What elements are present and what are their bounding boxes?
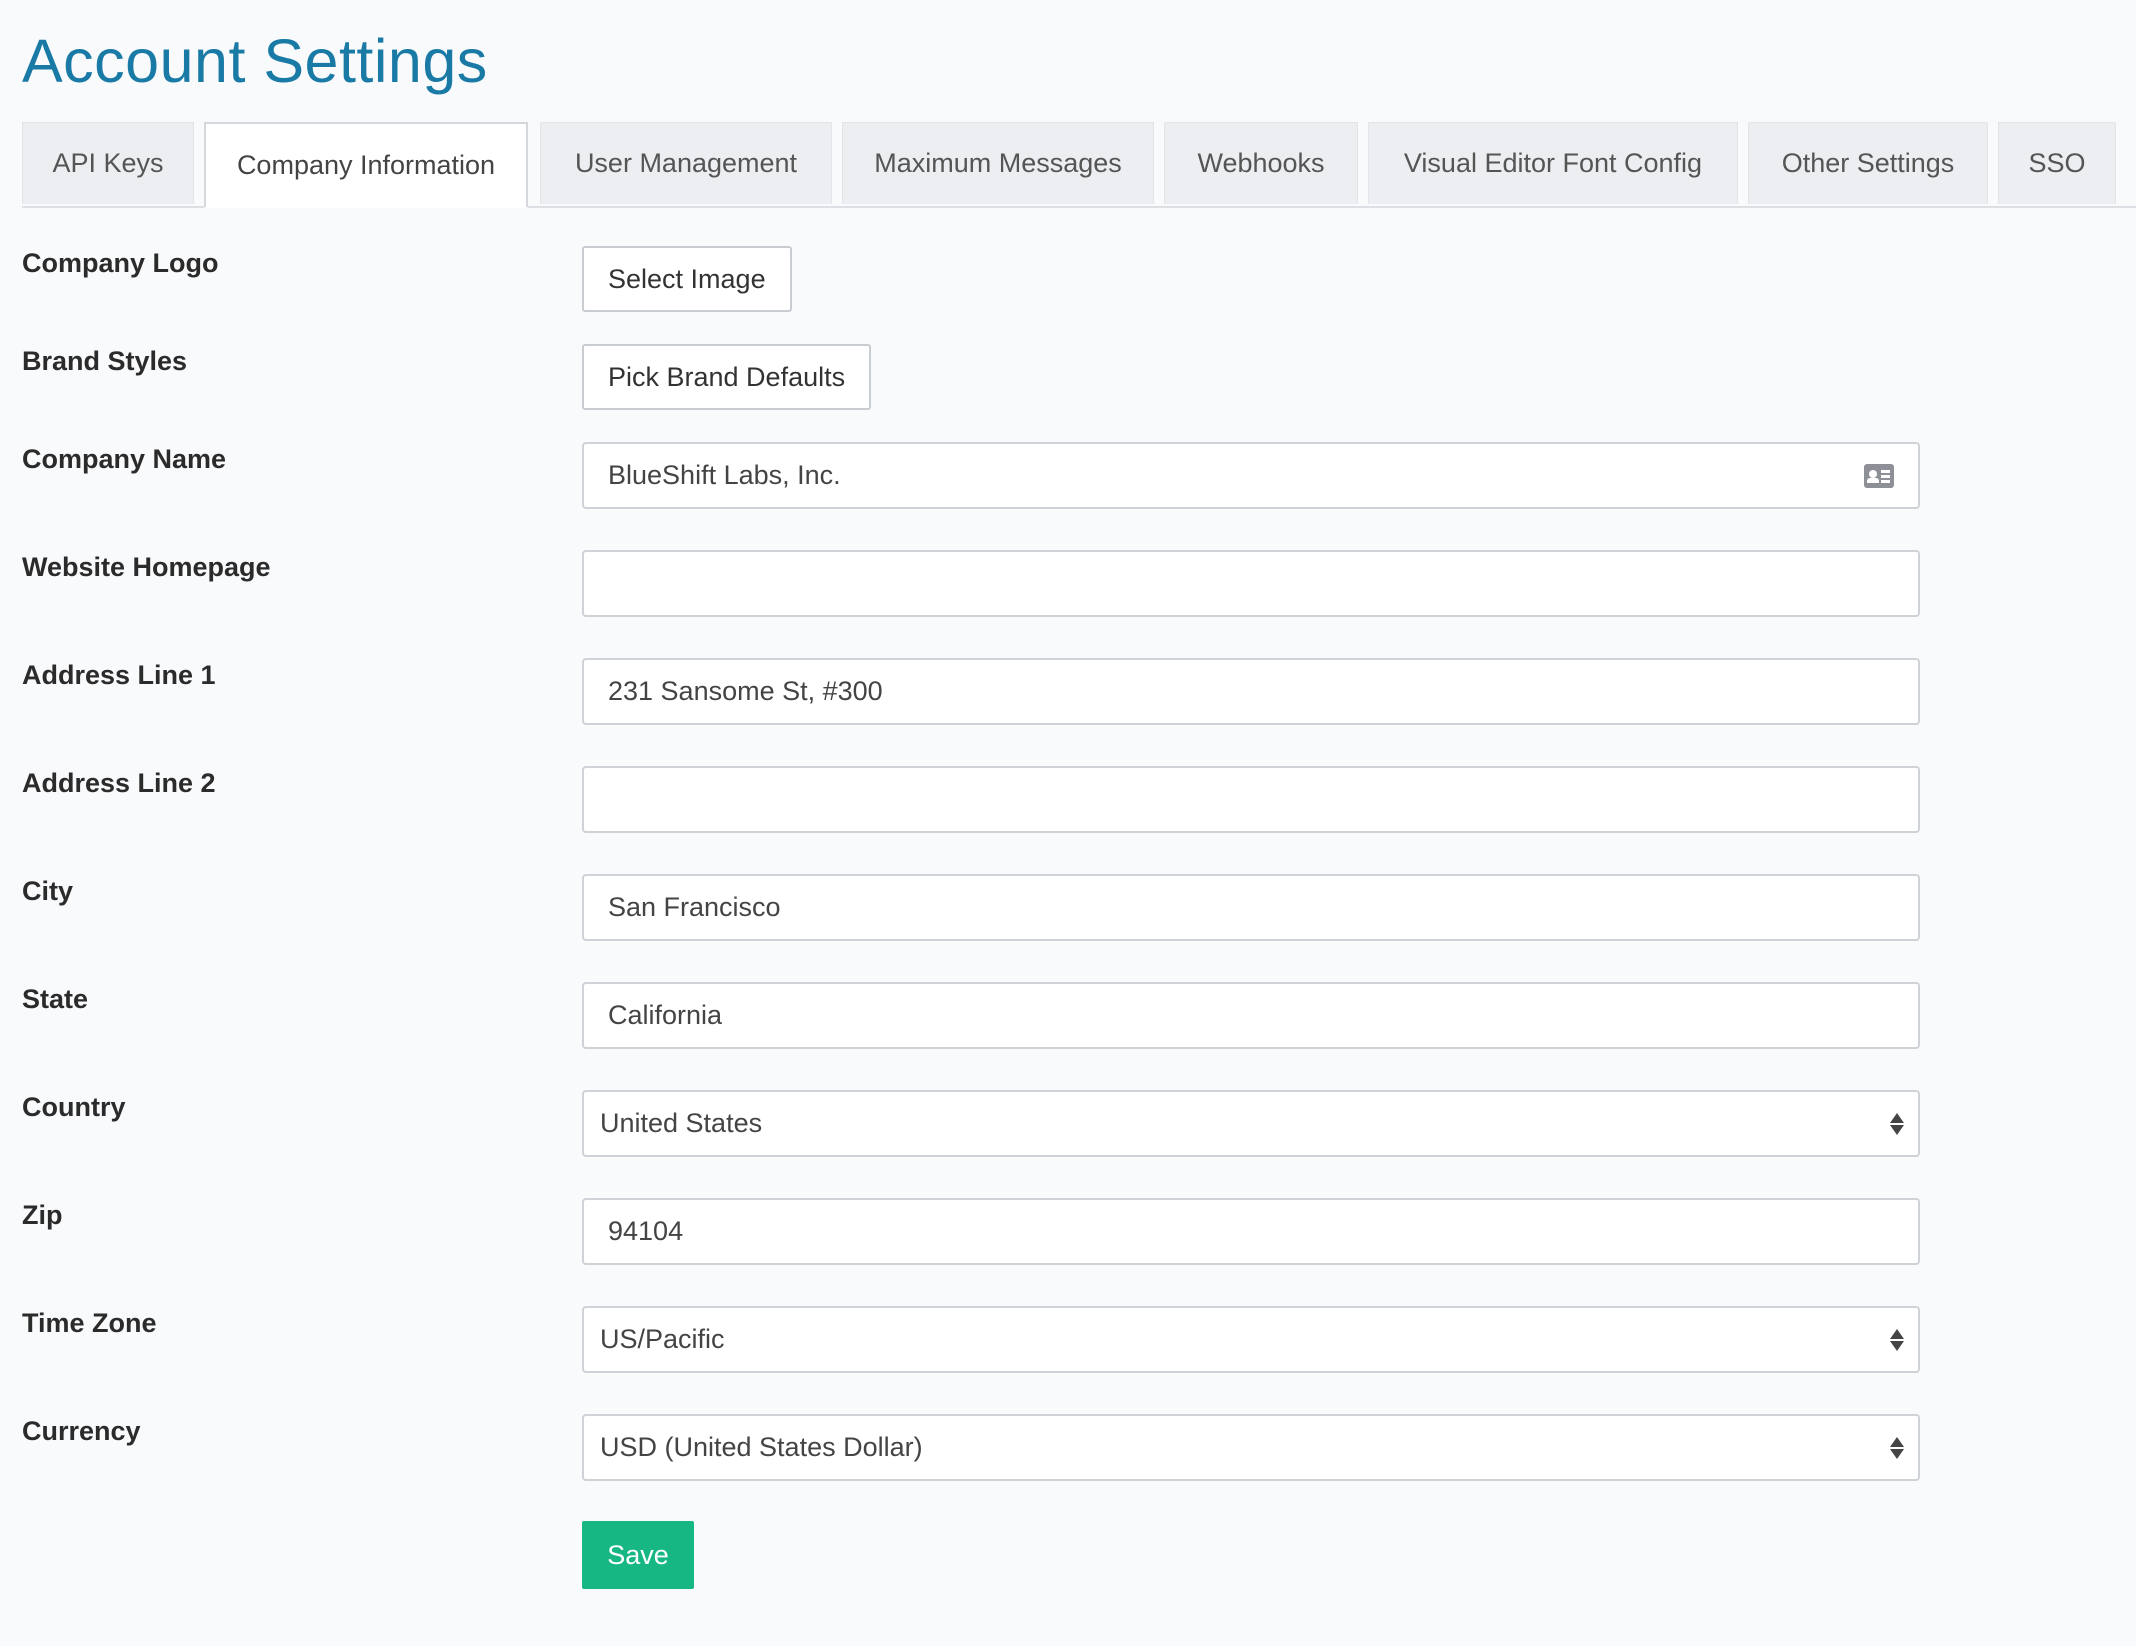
website-homepage-input[interactable] — [608, 552, 1918, 615]
tab-label: Visual Editor Font Config — [1403, 148, 1703, 178]
city-input[interactable] — [608, 876, 1918, 939]
time-zone-select[interactable]: US/Pacific — [582, 1306, 1920, 1373]
page-title: Account Settings — [22, 27, 488, 95]
select-image-button[interactable]: Select Image — [582, 246, 792, 312]
tab-api-keys[interactable]: API Keys — [22, 122, 194, 204]
city-label: City — [22, 876, 74, 906]
state-label: State — [22, 984, 89, 1014]
tab-label: User Management — [574, 148, 798, 178]
city-field[interactable] — [582, 874, 1920, 941]
company-name-input[interactable] — [608, 444, 1918, 507]
currency-selected-value: USD (United States Dollar) — [600, 1432, 923, 1462]
website-homepage-label: Website Homepage — [22, 552, 271, 582]
country-select[interactable]: United States — [582, 1090, 1920, 1157]
address-line-2-input[interactable] — [608, 768, 1918, 831]
zip-field[interactable] — [582, 1198, 1920, 1265]
address-line-1-field[interactable] — [582, 658, 1920, 725]
address-line-2-label: Address Line 2 — [22, 768, 216, 798]
state-field[interactable] — [582, 982, 1920, 1049]
state-input[interactable] — [608, 984, 1918, 1047]
company-name-label: Company Name — [22, 444, 227, 474]
contact-card-icon[interactable] — [1864, 463, 1894, 488]
select-arrows-icon — [1890, 1112, 1904, 1135]
zip-label: Zip — [22, 1200, 63, 1230]
company-logo-label: Company Logo — [22, 248, 219, 278]
pick-brand-defaults-button[interactable]: Pick Brand Defaults — [582, 344, 872, 410]
tab-label: API Keys — [52, 148, 164, 178]
select-arrows-icon — [1890, 1436, 1904, 1459]
tab-webhooks[interactable]: Webhooks — [1164, 122, 1358, 204]
tab-visual-editor-font-config[interactable]: Visual Editor Font Config — [1368, 122, 1738, 204]
tab-label: Other Settings — [1781, 148, 1955, 178]
tab-label: Company Information — [236, 149, 496, 180]
address-line-1-label: Address Line 1 — [22, 660, 216, 690]
currency-label: Currency — [22, 1416, 141, 1446]
country-label: Country — [22, 1092, 126, 1122]
website-homepage-field[interactable] — [582, 550, 1920, 617]
zip-input[interactable] — [608, 1200, 1918, 1263]
address-line-1-input[interactable] — [608, 660, 1918, 723]
brand-styles-label: Brand Styles — [22, 346, 188, 376]
tab-other-settings[interactable]: Other Settings — [1748, 122, 1988, 204]
tab-company-information[interactable]: Company Information — [204, 122, 528, 208]
company-name-field[interactable] — [582, 442, 1920, 509]
tab-label: Maximum Messages — [874, 148, 1122, 178]
tab-user-management[interactable]: User Management — [540, 122, 832, 204]
country-selected-value: United States — [600, 1108, 763, 1138]
select-arrows-icon — [1890, 1328, 1904, 1351]
tab-label: Webhooks — [1197, 148, 1325, 178]
tab-label: SSO — [2028, 148, 2086, 178]
time-zone-selected-value: US/Pacific — [600, 1324, 725, 1354]
time-zone-label: Time Zone — [22, 1308, 157, 1338]
account-settings-page: Account Settings API Keys Company Inform… — [0, 0, 2136, 1646]
tab-maximum-messages[interactable]: Maximum Messages — [842, 122, 1154, 204]
save-button[interactable]: Save — [582, 1521, 694, 1589]
address-line-2-field[interactable] — [582, 766, 1920, 833]
tab-sso[interactable]: SSO — [1998, 122, 2116, 204]
settings-tabs: API Keys Company Information User Manage… — [22, 122, 2136, 208]
currency-select[interactable]: USD (United States Dollar) — [582, 1414, 1920, 1481]
